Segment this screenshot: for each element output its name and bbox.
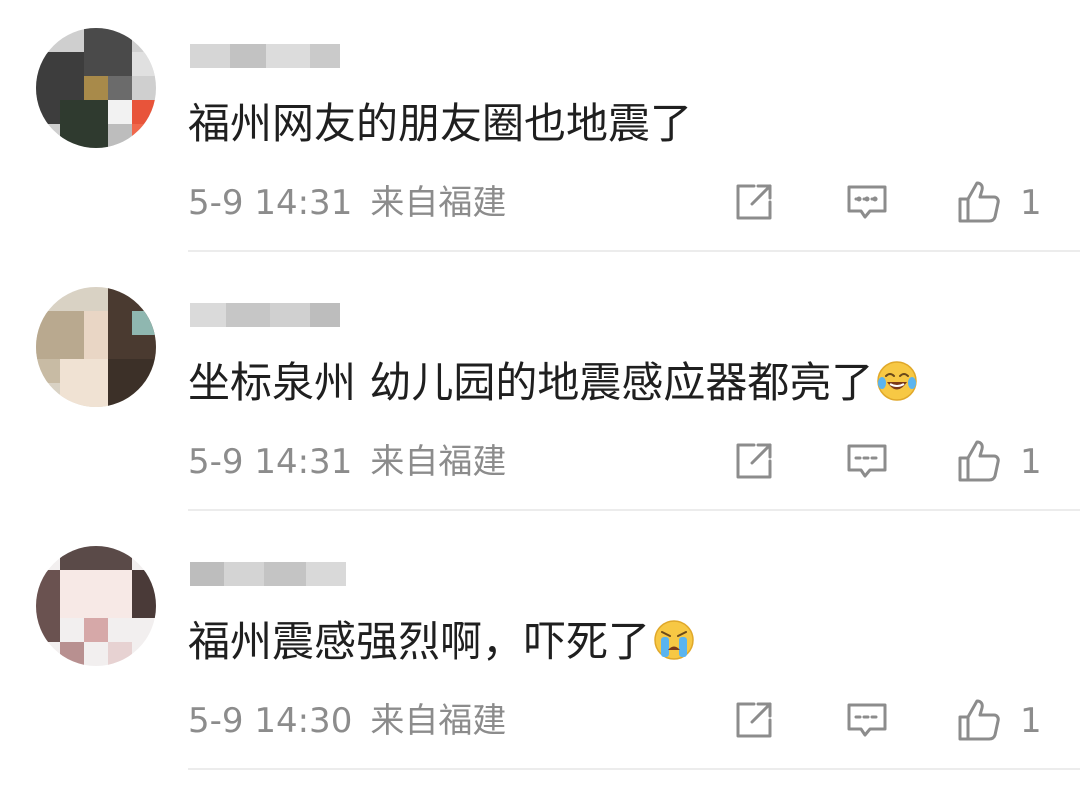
username-blurred[interactable]	[190, 295, 350, 329]
avatar[interactable]	[36, 546, 156, 666]
reply-icon	[847, 185, 887, 219]
thumbs-up-icon	[958, 699, 1000, 741]
comment-text: 福州网友的朋友圈也地震了	[188, 96, 692, 152]
repost-button[interactable]	[730, 696, 778, 744]
comment-time: 5-9 14:31	[188, 183, 353, 223]
thumbs-up-icon	[958, 181, 1000, 223]
repost-button[interactable]	[730, 178, 778, 226]
comment-time: 5-9 14:31	[188, 442, 353, 482]
comment-location: 来自福建	[370, 183, 507, 223]
comment-time: 5-9 14:30	[188, 701, 353, 741]
laughing-tears-emoji-icon	[877, 361, 918, 401]
divider	[188, 768, 1080, 770]
like-count: 1	[1020, 442, 1042, 482]
like-button[interactable]	[955, 437, 1003, 485]
reply-icon	[847, 703, 887, 737]
avatar[interactable]	[36, 287, 156, 407]
divider	[188, 509, 1080, 511]
avatar[interactable]	[36, 28, 156, 148]
repost-icon	[736, 702, 772, 738]
comment-meta: 5-9 14:30 来自福建	[188, 698, 506, 744]
divider	[188, 250, 1080, 252]
reply-button[interactable]	[843, 696, 891, 744]
like-count: 1	[1020, 701, 1042, 741]
reply-icon	[847, 444, 887, 478]
comment-item: 坐标泉州 幼儿园的地震感应器都亮了 5-9 14:31 来自福建 1	[0, 259, 1080, 518]
comment-text-content: 福州网友的朋友圈也地震了	[188, 99, 693, 148]
like-button[interactable]	[955, 178, 1003, 226]
username-blurred[interactable]	[190, 554, 350, 588]
comment-meta: 5-9 14:31 来自福建	[188, 439, 506, 485]
comment-text-content: 坐标泉州 幼儿园的地震感应器都亮了	[188, 358, 874, 407]
like-count: 1	[1020, 183, 1042, 223]
comment-location: 来自福建	[370, 701, 507, 741]
repost-icon	[736, 443, 772, 479]
reply-button[interactable]	[843, 437, 891, 485]
thumbs-up-icon	[958, 440, 1000, 482]
comment-item: 福州网友的朋友圈也地震了 5-9 14:31 来自福建 1	[0, 0, 1080, 259]
comment-text: 福州震感强烈啊，吓死了	[188, 614, 696, 670]
comment-list: 福州网友的朋友圈也地震了 5-9 14:31 来自福建 1 坐标泉州 幼儿园的地…	[0, 0, 1080, 785]
reply-button[interactable]	[843, 178, 891, 226]
comment-text-content: 福州震感强烈啊，吓死了	[188, 617, 651, 666]
comment-text: 坐标泉州 幼儿园的地震感应器都亮了	[188, 355, 919, 411]
comment-location: 来自福建	[370, 442, 507, 482]
username-blurred[interactable]	[190, 36, 350, 70]
repost-icon	[736, 184, 772, 220]
comment-item: 福州震感强烈啊，吓死了 5-9 14:30 来自福建 1	[0, 518, 1080, 777]
like-button[interactable]	[955, 696, 1003, 744]
comment-meta: 5-9 14:31 来自福建	[188, 180, 506, 226]
crying-emoji-icon	[654, 620, 694, 660]
repost-button[interactable]	[730, 437, 778, 485]
